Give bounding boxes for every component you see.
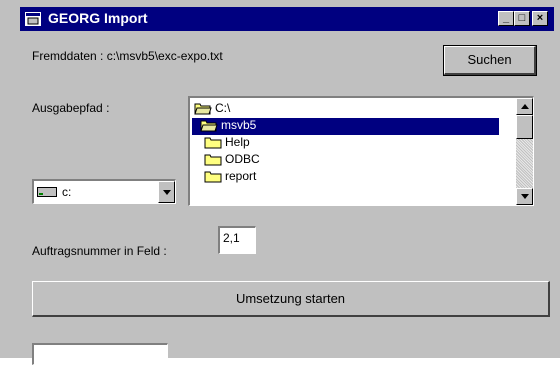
client-area: Fremddaten : c:\msvb5\exc-expo.txt Suche… bbox=[20, 31, 554, 365]
status-field bbox=[32, 343, 168, 365]
folder-item-help[interactable]: Help bbox=[204, 135, 250, 152]
folder-name: msvb5 bbox=[221, 118, 257, 132]
folder-item-msvb5[interactable]: msvb5 bbox=[192, 118, 499, 135]
search-button[interactable]: Suchen bbox=[443, 45, 537, 76]
folder-name: Help bbox=[225, 135, 250, 149]
arrow-down-icon bbox=[521, 194, 529, 199]
folder-open-icon bbox=[200, 120, 218, 132]
drive-value: c: bbox=[62, 185, 72, 199]
order-number-field[interactable]: 2,1 bbox=[218, 226, 256, 254]
folder-list[interactable]: C:\ msvb5 Help ODBC report bbox=[188, 96, 534, 206]
order-number-label: Auftragsnummer in Feld : bbox=[32, 244, 167, 258]
minimize-button[interactable]: _ bbox=[498, 11, 514, 26]
scroll-down-button[interactable] bbox=[516, 188, 533, 205]
folder-item-root[interactable]: C:\ bbox=[194, 101, 230, 118]
start-conversion-button[interactable]: Umsetzung starten bbox=[32, 281, 550, 317]
drive-select[interactable]: c: bbox=[32, 179, 176, 204]
arrow-up-icon bbox=[521, 104, 529, 109]
window-title: GEORG Import bbox=[48, 10, 148, 26]
folder-name: report bbox=[225, 169, 257, 183]
folder-open-icon bbox=[194, 103, 212, 115]
folder-name: ODBC bbox=[225, 152, 260, 166]
drive-icon bbox=[37, 187, 57, 197]
maximize-button[interactable]: □ bbox=[514, 11, 530, 26]
source-file-label: Fremddaten : c:\msvb5\exc-expo.txt bbox=[32, 49, 223, 63]
output-path-label: Ausgabepfad : bbox=[32, 101, 110, 115]
folder-list-scrollbar[interactable] bbox=[516, 98, 533, 205]
scroll-up-button[interactable] bbox=[516, 98, 533, 115]
chevron-down-icon bbox=[163, 190, 171, 195]
folder-icon bbox=[204, 137, 222, 149]
order-number-value: 2,1 bbox=[223, 231, 240, 245]
folder-name: C:\ bbox=[215, 101, 231, 115]
folder-item-report[interactable]: report bbox=[204, 169, 256, 186]
close-button[interactable]: × bbox=[532, 11, 548, 26]
folder-icon bbox=[204, 154, 222, 166]
title-bar: GEORG Import _ □ × bbox=[20, 7, 554, 31]
folder-icon bbox=[204, 171, 222, 183]
georg-import-window: GEORG Import _ □ × Fremddaten : c:\msvb5… bbox=[0, 0, 560, 365]
app-icon bbox=[25, 12, 41, 26]
drive-dropdown-button[interactable] bbox=[158, 181, 175, 203]
scroll-thumb[interactable] bbox=[516, 115, 533, 139]
folder-item-odbc[interactable]: ODBC bbox=[204, 152, 260, 169]
